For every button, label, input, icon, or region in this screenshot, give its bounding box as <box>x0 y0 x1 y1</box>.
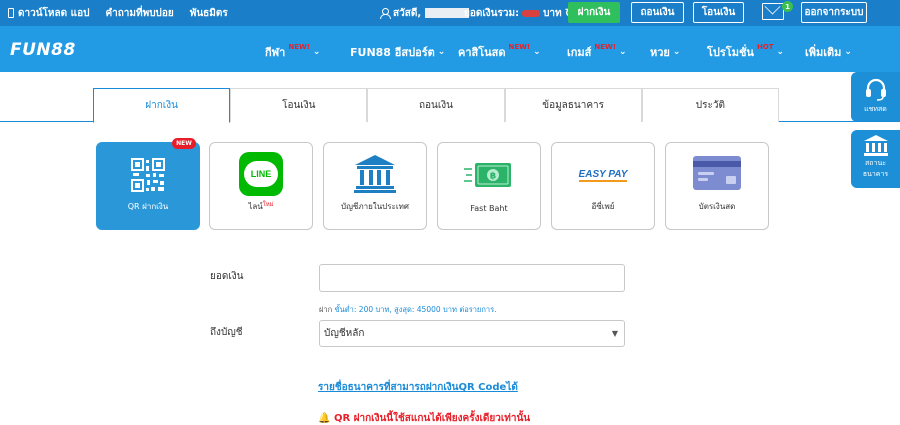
deposit-button[interactable]: ฝากเงิน <box>568 2 620 23</box>
nav-label: หวย <box>650 46 670 59</box>
nav-label: เพิ่มเติม <box>805 46 842 59</box>
new-badge: NEW <box>172 138 196 149</box>
transfer-button[interactable]: โอนเงิน <box>693 2 744 23</box>
method-label: ไลน์ใหม่ <box>210 200 312 213</box>
nav-live-casino[interactable]: คาสิโนสด NEW! ⌄ <box>458 43 541 61</box>
method-fast-baht[interactable]: ฿ Fast Baht <box>437 142 541 230</box>
tab-deposit[interactable]: ฝากเงิน <box>93 88 231 123</box>
tab-bank-info[interactable]: ข้อมูลธนาคาร <box>504 88 642 122</box>
nav-label: กีฬา <box>265 46 286 59</box>
nav-label: คาสิโนสด <box>458 46 506 59</box>
bank-building-icon <box>354 155 396 193</box>
line-logo-text: LINE <box>244 161 278 187</box>
method-easy-pay[interactable]: EASY PAY อีซี่เพย์ <box>551 142 655 230</box>
method-qr-deposit[interactable]: QR ฝากเงิน <box>96 142 200 230</box>
user-icon <box>380 8 391 19</box>
new-badge: NEW! <box>594 43 616 51</box>
nav-promotions[interactable]: โปรโมชั่น HOT ⌄ <box>707 43 784 61</box>
chevron-down-icon: ⌄ <box>312 47 321 57</box>
account-select[interactable]: บัญชีหลัก ▼ <box>319 320 625 347</box>
hint-prefix: ฝาก <box>319 305 333 314</box>
credit-card-icon <box>693 156 741 190</box>
top-bar: ดาวน์โหลด แอป คำถามที่พบบ่อย พันธมิตร สว… <box>0 0 900 26</box>
masked-username <box>425 8 470 18</box>
nav-label: โปรโมชั่น <box>707 46 754 59</box>
new-badge: NEW! <box>508 43 531 51</box>
live-chat-button[interactable]: แชทสด <box>851 72 900 122</box>
method-local-bank[interactable]: บัญชีภายในประเทศ <box>323 142 427 230</box>
account-select-value: บัญชีหลัก <box>324 328 365 339</box>
amount-label: ยอดเงิน <box>210 271 244 282</box>
tab-transfer[interactable]: โอนเงิน <box>230 88 368 122</box>
bank-status-label-1: สถานะ <box>865 159 886 167</box>
chevron-down-icon: ⌄ <box>533 47 541 57</box>
qr-warning: 🔔 QR ฝากเงินนี้ใช้สแกนได้เพียงครั้งเดียว… <box>318 411 530 425</box>
download-app-link[interactable]: ดาวน์โหลด แอป <box>8 6 89 21</box>
qr-code-icon <box>131 158 165 192</box>
method-cash-card[interactable]: บัตรเงินสด <box>665 142 769 230</box>
mail-count-badge: 1 <box>782 1 793 12</box>
main-nav: FUN88 กีฬา NEW! ⌄ FUN88 อีสปอร์ต ⌄ คาสิโ… <box>0 26 900 72</box>
bank-status-button[interactable]: สถานะ ธนาคาร <box>851 130 900 188</box>
nav-games[interactable]: เกมส์ NEW! ⌄ <box>567 43 627 61</box>
withdraw-button[interactable]: ถอนเงิน <box>631 2 684 23</box>
bank-icon <box>863 135 888 156</box>
logout-button[interactable]: ออกจากระบบ <box>801 2 867 23</box>
headset-icon <box>865 78 886 101</box>
chevron-down-icon: ⌄ <box>844 47 852 57</box>
tab-bar: ฝากเงิน โอนเงิน ถอนเงิน ข้อมูลธนาคาร ประ… <box>93 88 779 123</box>
user-greeting: สวัสดี, <box>380 0 470 26</box>
supported-banks-link[interactable]: รายชื่อธนาคารที่สามารถฝากเงินQR Codeได้ <box>318 380 518 395</box>
chevron-down-icon: ⌄ <box>618 47 627 57</box>
line-logo: LINE <box>239 152 283 196</box>
new-badge: NEW! <box>288 43 310 51</box>
affiliate-link[interactable]: พันธมิตร <box>190 6 228 21</box>
method-label: อีซี่เพย์ <box>591 202 615 211</box>
currency-label: บาท <box>543 7 562 19</box>
nav-more[interactable]: เพิ่มเติม ⌄ <box>805 43 852 61</box>
balance-label: ยอดเงินรวม: <box>464 7 520 19</box>
dropdown-arrow-icon: ▼ <box>611 329 618 338</box>
faq-link[interactable]: คำถามที่พบบ่อย <box>105 6 173 21</box>
hint-limits: ขั้นต่ำ: 200 บาท, สูงสุด: 45000 บาท ต่อร… <box>334 305 497 314</box>
tab-withdraw[interactable]: ถอนเงิน <box>367 88 505 122</box>
greeting-text: สวัสดี, <box>393 7 422 19</box>
chevron-down-icon: ⌄ <box>776 47 785 57</box>
easypay-logo: EASY PAY <box>578 169 628 182</box>
masked-balance <box>522 9 541 17</box>
new-mini-badge: ใหม่ <box>262 201 274 208</box>
nav-lottery[interactable]: หวย ⌄ <box>650 43 680 61</box>
nav-label: FUN88 อีสปอร์ต <box>350 46 435 59</box>
deposit-limit-hint: ฝาก ขั้นต่ำ: 200 บาท, สูงสุด: 45000 บาท … <box>319 304 497 316</box>
chevron-down-icon: ⌄ <box>672 47 681 57</box>
chevron-down-icon: ⌄ <box>437 47 446 57</box>
banknote-icon: ฿ <box>464 163 511 187</box>
account-label: ถึงบัญชี <box>210 327 243 338</box>
amount-input[interactable] <box>319 264 625 292</box>
svg-text:฿: ฿ <box>490 172 496 182</box>
phone-icon <box>8 8 14 18</box>
mail-icon[interactable] <box>762 3 784 20</box>
nav-esports[interactable]: FUN88 อีสปอร์ต ⌄ <box>350 43 445 61</box>
method-label-text: ไลน์ <box>248 202 263 211</box>
chat-label: แชทสด <box>864 105 887 113</box>
nav-sports[interactable]: กีฬา NEW! ⌄ <box>265 43 320 61</box>
balance-display: ยอดเงินรวม: บาท ↻ <box>464 0 575 26</box>
method-label: QR ฝากเงิน <box>127 202 169 211</box>
tab-history[interactable]: ประวัติ <box>641 88 779 122</box>
hot-badge: HOT <box>756 43 774 51</box>
method-label: บัญชีภายในประเทศ <box>341 202 409 211</box>
method-label: บัตรเงินสด <box>698 202 736 211</box>
method-label: Fast Baht <box>470 204 508 213</box>
nav-label: เกมส์ <box>567 46 592 59</box>
qr-warning-text: QR ฝากเงินนี้ใช้สแกนได้เพียงครั้งเดียวเท… <box>333 413 531 424</box>
bank-status-label-2: ธนาคาร <box>862 170 889 178</box>
bell-icon: 🔔 <box>318 413 331 424</box>
method-line[interactable]: LINE ไลน์ใหม่ <box>209 142 313 230</box>
